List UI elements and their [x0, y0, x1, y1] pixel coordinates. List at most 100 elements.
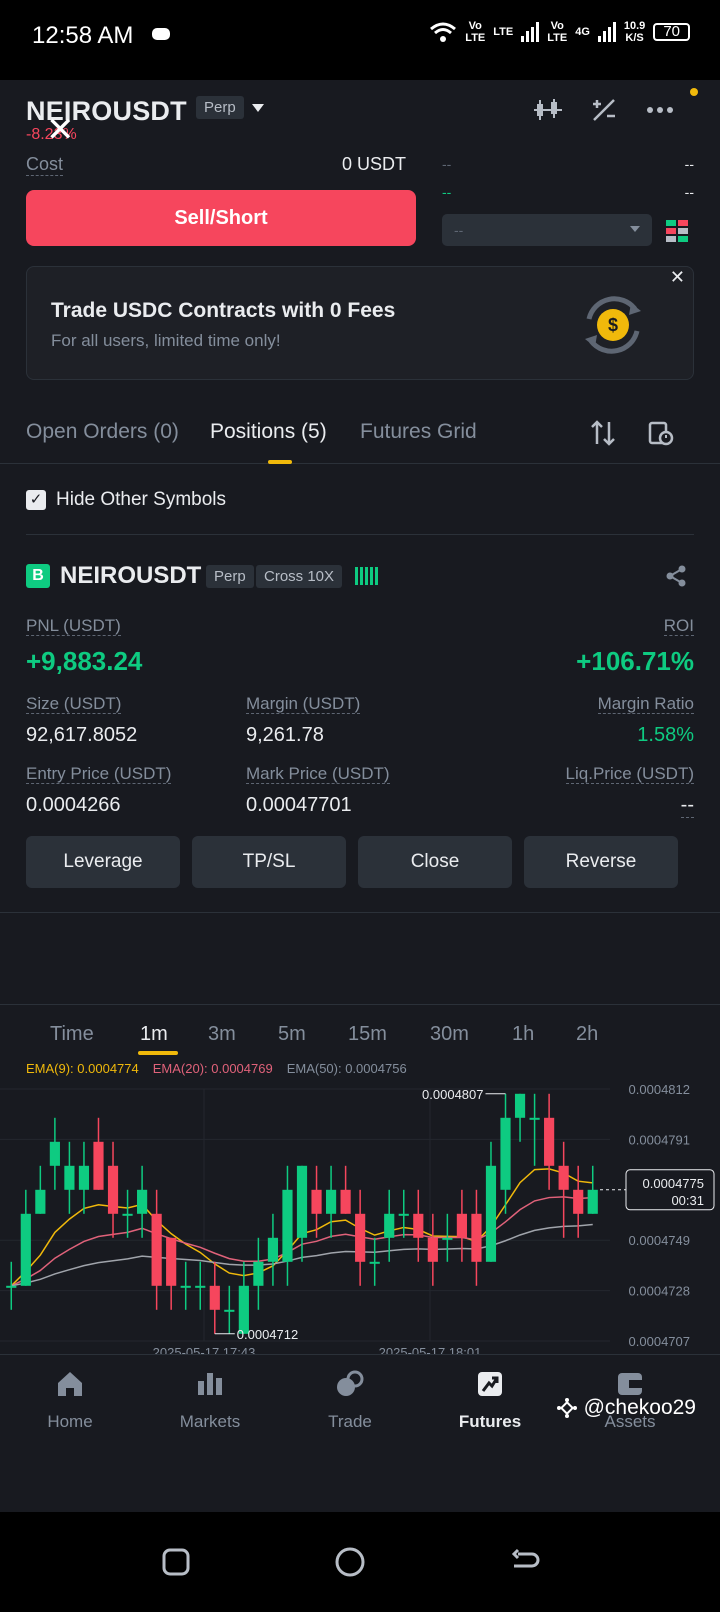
candle-body — [514, 1093, 526, 1118]
margin-ratio-label: Margin Ratio — [597, 694, 694, 714]
nav-markets[interactable]: Markets — [160, 1369, 260, 1432]
promo-banner[interactable]: Trade USDC Contracts with 0 Fees For all… — [26, 266, 694, 380]
orderbook-precision-select[interactable]: -- — [442, 214, 652, 246]
nav-trade-label: Trade — [328, 1412, 372, 1431]
svg-text:$: $ — [608, 315, 618, 335]
lte-indicator: LTE — [493, 26, 514, 38]
position-side-badge: B — [26, 564, 50, 588]
orderbook-row: -- -- — [442, 156, 694, 172]
trade-icon — [337, 1370, 364, 1396]
price-tick-label: 0.0004707 — [629, 1334, 690, 1349]
candle-body — [456, 1213, 467, 1238]
leverage-level-icon — [355, 567, 378, 585]
candle-body — [384, 1213, 395, 1238]
candle-body — [166, 1237, 177, 1286]
liq-price-value: -- — [680, 794, 694, 818]
watermark: @chekoo29 — [556, 1396, 696, 1420]
leverage-button[interactable]: Leverage — [26, 836, 180, 888]
notification-dot — [690, 88, 698, 96]
candle-body — [151, 1213, 162, 1286]
nav-home[interactable]: Home — [20, 1369, 120, 1432]
tab-futures-grid[interactable]: Futures Grid — [360, 420, 477, 444]
nav-home-label: Home — [47, 1412, 93, 1431]
candle-body — [122, 1213, 133, 1216]
banner-title: Trade USDC Contracts with 0 Fees — [51, 299, 396, 322]
orderbook-row: -- -- — [442, 184, 694, 200]
symbol-dropdown-icon[interactable] — [252, 104, 264, 112]
assets-icon — [618, 1373, 642, 1395]
volte-indicator-1: Vo LTE — [465, 20, 486, 44]
candle-body — [325, 1189, 337, 1214]
candlestick-chart-icon[interactable] — [534, 98, 562, 122]
candle-body — [282, 1189, 293, 1262]
candle-body — [311, 1189, 322, 1214]
hide-other-symbols-toggle[interactable]: ✓ Hide Other Symbols — [26, 488, 226, 512]
binance-logo-icon — [556, 1398, 577, 1418]
sort-icon[interactable] — [590, 420, 616, 446]
candle-body — [471, 1213, 482, 1262]
nav-futures[interactable]: Futures — [440, 1369, 540, 1432]
close-position-button[interactable]: Close — [358, 836, 512, 888]
more-icon[interactable] — [646, 98, 674, 122]
close-icon[interactable]: ✕ — [46, 110, 75, 150]
share-icon[interactable] — [664, 564, 688, 588]
position-symbol[interactable]: NEIROUSDT — [60, 562, 201, 590]
candle-body — [442, 1237, 453, 1240]
candle-body — [78, 1165, 90, 1190]
price-tick-label: 0.0004749 — [629, 1233, 690, 1248]
orderbook-layout-icon[interactable] — [666, 220, 688, 242]
price-tick-label: 0.0004791 — [629, 1132, 690, 1147]
candle-countdown-label: 00:31 — [671, 1193, 704, 1208]
candle-body — [413, 1213, 424, 1238]
margin-mode-tag[interactable]: Cross 10X — [256, 565, 343, 588]
chevron-down-icon — [630, 226, 640, 232]
checkbox-checked-icon[interactable]: ✓ — [26, 490, 46, 510]
markets-icon — [198, 1373, 222, 1395]
size-value: 92,617.8052 — [26, 724, 138, 746]
mark-price-label: Mark Price (USDT) — [246, 764, 390, 784]
liq-price-label: Liq.Price (USDT) — [565, 764, 694, 784]
price-tick-label: 0.0004728 — [629, 1284, 690, 1299]
nav-markets-label: Markets — [179, 1412, 241, 1431]
candle-body — [529, 1117, 540, 1120]
home-icon — [58, 1372, 82, 1396]
4g-indicator: 4G — [575, 26, 590, 38]
price-chart[interactable]: Time 1m 3m 5m 15m 30m 1h 2h EMA(9): 0.00… — [0, 1004, 720, 1364]
banner-close-icon[interactable]: ✕ — [670, 267, 685, 288]
roi-value: +106.71% — [576, 646, 694, 676]
candle-body — [253, 1261, 264, 1286]
status-bar: 12:58 AM Vo LTE LTE Vo LTE 4G 10.9 K/S 70 — [0, 0, 720, 80]
order-history-icon[interactable] — [648, 420, 674, 446]
volte-indicator-2: Vo LTE — [547, 20, 568, 44]
tab-positions[interactable]: Positions (5) — [210, 420, 327, 444]
futures-icon — [478, 1372, 502, 1396]
watermark-text: @chekoo29 — [583, 1396, 696, 1419]
candle-body — [369, 1261, 380, 1264]
tpsl-button[interactable]: TP/SL — [192, 836, 346, 888]
network-speed: 10.9 K/S — [623, 20, 646, 44]
candle-body — [93, 1141, 104, 1190]
high-price-label: 0.0004807 — [422, 1087, 483, 1102]
candle-body — [340, 1189, 351, 1214]
margin-ratio-value: 1.58% — [637, 724, 694, 746]
candle-body — [398, 1213, 409, 1216]
home-button-icon[interactable] — [334, 1546, 366, 1578]
low-price-label: 0.0004712 — [237, 1327, 298, 1342]
cost-label: Cost — [26, 154, 64, 176]
reverse-button[interactable]: Reverse — [524, 836, 678, 888]
back-icon[interactable] — [508, 1546, 540, 1578]
candle-body — [20, 1213, 31, 1286]
calculator-icon[interactable] — [590, 98, 618, 122]
recent-apps-icon[interactable] — [160, 1546, 192, 1578]
mark-price-value: 0.00047701 — [246, 794, 352, 816]
candle-body — [49, 1141, 60, 1166]
candlestick-plot[interactable]: 0.0004812 0.0004791 0.0004749 0.0004728 0.00… — [0, 1005, 720, 1365]
perp-tag: Perp — [196, 96, 244, 119]
sell-short-button[interactable]: Sell/Short — [26, 190, 416, 246]
nav-trade[interactable]: Trade — [300, 1369, 400, 1432]
status-indicators: Vo LTE LTE Vo LTE 4G 10.9 K/S 70 — [429, 20, 690, 44]
candle-body — [6, 1285, 17, 1288]
tab-open-orders[interactable]: Open Orders (0) — [26, 420, 179, 444]
divider — [0, 912, 720, 913]
margin-label: Margin (USDT) — [246, 694, 361, 714]
